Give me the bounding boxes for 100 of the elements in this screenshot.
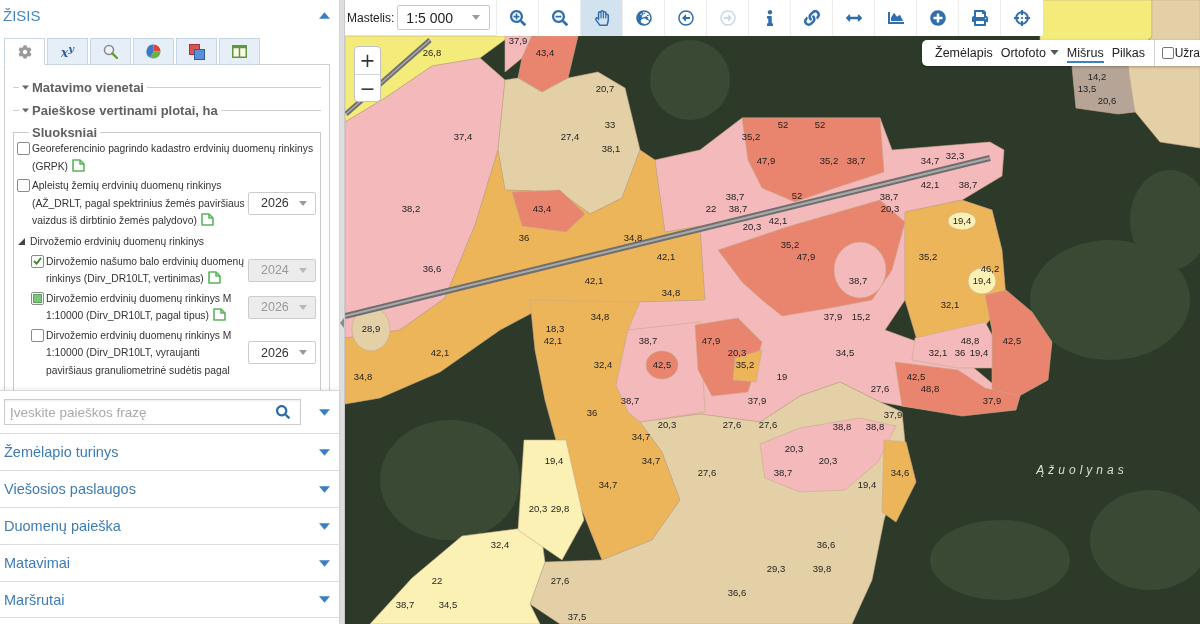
map-value-label: 34,5	[438, 598, 458, 610]
section-title[interactable]: Paieškose vertinami plotai, ha	[32, 103, 218, 118]
accordion-header[interactable]: Duomenų paieška	[0, 507, 339, 544]
map-value-label: 37,9	[823, 310, 843, 322]
globe-button[interactable]	[622, 0, 665, 36]
map-value-label: 36,6	[816, 538, 836, 550]
layer-label[interactable]: Dirvožemio erdvinių duomenų rinkinys M 1:10000 (Dirv_DR10LT, vyraujanti paviršiaus granuliometrinė sudėtis pagal	[46, 326, 246, 379]
panel-tab[interactable]	[90, 38, 131, 65]
document-icon[interactable]	[200, 213, 214, 226]
map-value-label: 46,2	[980, 262, 1000, 274]
map-value-label: 32,1	[928, 346, 948, 358]
accordion-header[interactable]: Žemėlapio turinys	[0, 433, 339, 470]
map-value-label: 38,8	[865, 420, 885, 432]
map-value-label: 52	[791, 189, 803, 201]
map-value-label: 20,3	[818, 454, 838, 466]
scale-select[interactable]: 1:5 000	[397, 5, 491, 30]
map-value-label: 13,5	[1077, 82, 1097, 94]
area-chart-icon	[887, 9, 904, 26]
zoom-in-button[interactable]	[496, 0, 539, 36]
search-field[interactable]: Įveskite paieškos frazę	[4, 399, 301, 425]
map-value-label: 32,3	[945, 149, 965, 161]
zoom-out-button[interactable]: −	[355, 74, 380, 101]
layer-label[interactable]: Dirvožemio našumo balo erdvinių duomenų rinkinys (Dirv_DR10LT, vertinimas)	[46, 252, 246, 288]
map-value-label: 19,4	[969, 346, 989, 358]
section-title[interactable]: Matavimo vienetai	[32, 80, 144, 95]
panel-tab[interactable]	[219, 38, 260, 65]
caret-down-icon	[299, 304, 307, 310]
area-chart-button[interactable]	[874, 0, 917, 36]
pan-button[interactable]	[580, 0, 623, 36]
layer-label[interactable]: Apleistų žemių erdvinių duomenų rinkinys (AŽ_DRLT, pagal spektrinius žemės paviršiaus vaizdus iš dirbtinio žemės palydovo)	[32, 177, 246, 230]
back-button[interactable]	[664, 0, 707, 36]
map-value-label: 35,2	[918, 250, 938, 262]
layer-checkbox[interactable]	[17, 179, 30, 192]
zoom-in-button[interactable]: +	[355, 47, 380, 74]
map-value-label: 34,8	[590, 310, 610, 322]
arrow-left-icon	[677, 9, 694, 26]
layer-label[interactable]: Dirvožemio erdvinių duomenų rinkinys M 1:10000 (Dirv_DR10LT, pagal tipus)	[46, 289, 246, 325]
labels-checkbox[interactable]	[1161, 47, 1174, 59]
link-button[interactable]	[790, 0, 833, 36]
document-icon[interactable]	[207, 271, 221, 284]
panel-tab[interactable]	[133, 38, 174, 65]
measure-button[interactable]	[832, 0, 875, 36]
caret-down-icon[interactable]	[22, 108, 29, 113]
map-value-label: 38,2	[401, 202, 421, 214]
layer-label[interactable]: Georeferencinio pagrindo kadastro erdvinių duomenų rinkinys (GRPK)	[32, 140, 316, 175]
map-value-label: 34,7	[631, 430, 651, 442]
basemap-tab[interactable]: Pilkas	[1111, 43, 1145, 63]
map-value-label: 36	[586, 406, 598, 418]
accordion-header[interactable]: Maršrutai	[0, 581, 339, 618]
map-value-label: 42,5	[1002, 334, 1022, 346]
map-value-label: 34,7	[920, 154, 940, 166]
layer-checkbox[interactable]	[31, 291, 44, 305]
caret-down-icon[interactable]	[319, 408, 330, 416]
map-value-label: 32,4	[593, 358, 613, 370]
map-value-label: 38,7	[728, 202, 748, 214]
map-value-label: 22	[431, 574, 443, 586]
info-button[interactable]	[748, 0, 791, 36]
accordion-header[interactable]: Viešosios paslaugos	[0, 470, 339, 507]
map-value-label: 32,4	[490, 538, 510, 550]
map-value-label: 52	[777, 118, 789, 130]
panel-tab[interactable]	[4, 38, 45, 65]
add-button[interactable]	[916, 0, 959, 36]
map-value-label: 27,4	[560, 130, 580, 142]
map-value-label: 34,7	[641, 454, 661, 466]
basemap-tab[interactable]: Mišrus	[1066, 43, 1104, 63]
map-value-label: 52	[814, 118, 826, 130]
document-icon[interactable]	[72, 158, 86, 172]
year-select[interactable]: 2026	[248, 341, 316, 365]
map-value-label: 37,9	[747, 394, 767, 406]
basemap-tab[interactable]: Žemėlapis	[935, 43, 993, 63]
layer-checkbox[interactable]	[31, 254, 44, 268]
layer-checkbox[interactable]	[17, 142, 30, 155]
gear-icon	[17, 44, 32, 59]
map-value-label: 37,5	[567, 610, 587, 622]
map-value-label: 47,9	[756, 154, 776, 166]
soil-zone	[947, 211, 977, 231]
map-value-label: 15,2	[851, 310, 871, 322]
accordion-header[interactable]: Matavimai	[0, 544, 339, 581]
map-value-label: 42,1	[584, 274, 604, 286]
panel-tab[interactable]: x$^{y}$	[47, 38, 88, 65]
zoom-out-button[interactable]	[538, 0, 581, 36]
map-value-label: 37,9	[883, 408, 903, 420]
expand-triangle-icon[interactable]	[18, 237, 25, 245]
caret-up-icon[interactable]	[319, 11, 330, 19]
document-icon[interactable]	[212, 308, 226, 321]
print-button[interactable]	[958, 0, 1001, 36]
layer-checkbox[interactable]	[31, 328, 44, 342]
basemap-tab[interactable]: Ortofoto	[1000, 43, 1059, 63]
checkbox-label: Užra	[1174, 46, 1200, 60]
map-value-label: 27,6	[870, 382, 890, 394]
map-value-label: 48,8	[920, 382, 940, 394]
map-value-label: 19,4	[544, 454, 564, 466]
map-value-label: 29,8	[550, 502, 570, 514]
map-value-label: 28,9	[361, 322, 381, 334]
search-icon[interactable]	[276, 405, 290, 419]
panel-tab[interactable]	[176, 38, 217, 65]
year-select[interactable]: 2026	[248, 191, 316, 215]
zoom-in-icon	[509, 9, 526, 26]
caret-down-icon[interactable]	[22, 85, 29, 90]
locate-button[interactable]	[1000, 0, 1043, 36]
